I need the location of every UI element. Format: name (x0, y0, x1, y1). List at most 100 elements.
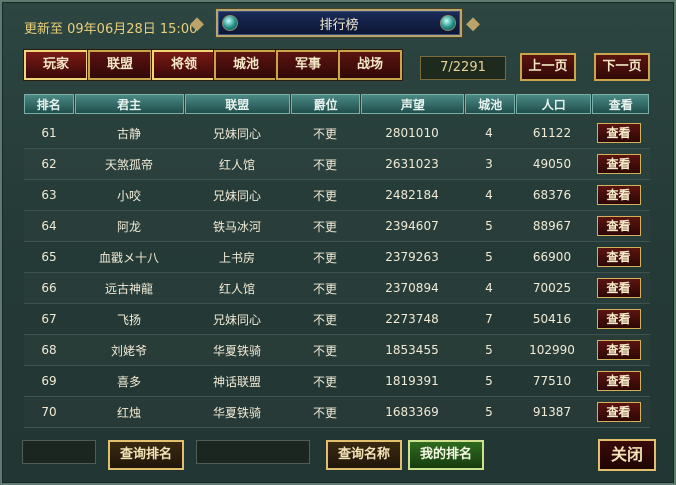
alliance-cell: 华夏铁骑 (212, 405, 261, 420)
table-row: 61 古静 兄妹同心 不更 2801010 4 61122 查看 (24, 118, 650, 149)
cities-cell: 7 (485, 312, 493, 326)
alliance-cell: 兄妹同心 (212, 312, 261, 327)
tab-generals[interactable]: 将领 (152, 50, 216, 80)
lord-cell: 天煞孤帝 (104, 157, 153, 172)
column-header-lord: 君主 (74, 94, 184, 114)
tab-cities[interactable]: 城池 (214, 50, 278, 80)
prestige-cell: 2370894 (385, 281, 439, 295)
column-header-alliance: 联盟 (184, 94, 290, 114)
gem-right-icon (440, 15, 456, 31)
ranking-table: 排名 君主 联盟 爵位 声望 城池 人口 查看 61 古静 兄妹同心 不更 28… (24, 93, 650, 428)
view-button[interactable]: 查看 (596, 154, 641, 174)
table-row: 62 天煞孤帝 红人馆 不更 2631023 3 49050 查看 (24, 149, 650, 180)
view-cell: 查看 (590, 278, 647, 298)
view-cell: 查看 (590, 402, 647, 422)
rank-cell: 68 (41, 343, 57, 357)
cities-cell: 4 (485, 188, 493, 202)
rank-cell: 63 (41, 188, 57, 202)
cities-cell: 5 (485, 405, 493, 419)
ornament-left-icon: ◆ (190, 13, 204, 34)
rank-cell: 62 (41, 157, 57, 171)
query-rank-button[interactable]: 查询排名 (108, 440, 184, 470)
query-name-button[interactable]: 查询名称 (326, 440, 402, 470)
prestige-cell: 2379263 (385, 250, 439, 264)
view-button[interactable]: 查看 (596, 340, 641, 360)
population-cell: 70025 (532, 281, 572, 295)
my-rank-button[interactable]: 我的排名 (408, 440, 484, 470)
prestige-cell: 2482184 (385, 188, 439, 202)
view-cell: 查看 (590, 123, 647, 143)
lord-cell: 红烛 (116, 405, 141, 420)
view-button[interactable]: 查看 (596, 309, 641, 329)
cities-cell: 4 (485, 281, 493, 295)
update-time: 更新至 09年06月28日 15:00 (24, 22, 198, 37)
prestige-cell: 1683369 (385, 405, 439, 419)
page-indicator: 7/2291 (420, 56, 506, 80)
column-header-cities: 城池 (465, 94, 516, 114)
lord-cell: 远古神龍 (104, 281, 153, 296)
lord-cell: 小咬 (116, 188, 141, 203)
tab-players[interactable]: 玩家 (24, 50, 88, 80)
column-header-view: 查看 (592, 94, 649, 114)
population-cell: 49050 (532, 157, 572, 171)
view-button[interactable]: 查看 (596, 123, 641, 143)
lord-cell: 古静 (116, 126, 141, 141)
table-row: 63 小咬 兄妹同心 不更 2482184 4 68376 查看 (24, 180, 650, 211)
cities-cell: 5 (485, 250, 493, 264)
lord-cell: 阿龙 (116, 219, 141, 234)
population-cell: 91387 (532, 405, 572, 419)
lord-cell: 刘姥爷 (110, 343, 147, 358)
alliance-cell: 铁马冰河 (212, 219, 261, 234)
alliance-cell: 上书房 (218, 250, 255, 265)
view-cell: 查看 (590, 247, 647, 267)
title-cell: 不更 (312, 281, 337, 296)
tab-battlefield[interactable]: 战场 (338, 50, 402, 80)
tab-military[interactable]: 军事 (276, 50, 340, 80)
title-cell: 不更 (312, 374, 337, 389)
close-button[interactable]: 关闭 (598, 439, 656, 471)
alliance-cell: 兄妹同心 (212, 126, 261, 141)
next-page-button[interactable]: 下一页 (594, 53, 650, 81)
prestige-cell: 1853455 (385, 343, 439, 357)
table-row: 68 刘姥爷 华夏铁骑 不更 1853455 5 102990 查看 (24, 335, 650, 366)
column-header-title: 爵位 (290, 94, 361, 114)
alliance-cell: 红人馆 (218, 281, 255, 296)
title-cell: 不更 (312, 343, 337, 358)
view-cell: 查看 (590, 154, 647, 174)
title-cell: 不更 (312, 405, 337, 420)
ornament-right-icon: ◆ (466, 13, 480, 34)
cities-cell: 5 (485, 374, 493, 388)
column-header-rank: 排名 (24, 94, 74, 114)
cities-cell: 4 (485, 126, 493, 140)
population-cell: 50416 (532, 312, 572, 326)
population-cell: 77510 (532, 374, 572, 388)
lord-cell: 血戳メ十八 (98, 250, 159, 265)
view-button[interactable]: 查看 (596, 278, 641, 298)
population-cell: 68376 (532, 188, 572, 202)
name-search-input[interactable] (196, 440, 310, 464)
tab-alliances[interactable]: 联盟 (88, 50, 152, 80)
population-cell: 88967 (532, 219, 572, 233)
rank-cell: 64 (41, 219, 57, 233)
column-header-prestige: 声望 (361, 94, 465, 114)
table-row: 67 飞扬 兄妹同心 不更 2273748 7 50416 查看 (24, 304, 650, 335)
view-button[interactable]: 查看 (596, 185, 641, 205)
prestige-cell: 1819391 (385, 374, 439, 388)
title-cell: 不更 (312, 126, 337, 141)
rank-search-input[interactable] (22, 440, 96, 464)
view-button[interactable]: 查看 (596, 247, 641, 267)
lord-cell: 喜多 (116, 374, 141, 389)
table-row: 66 远古神龍 红人馆 不更 2370894 4 70025 查看 (24, 273, 650, 304)
view-button[interactable]: 查看 (596, 216, 641, 236)
alliance-cell: 神话联盟 (212, 374, 261, 389)
prestige-cell: 2801010 (385, 126, 439, 140)
cities-cell: 3 (485, 157, 493, 171)
view-button[interactable]: 查看 (596, 371, 641, 391)
view-cell: 查看 (590, 371, 647, 391)
title-cell: 不更 (312, 312, 337, 327)
view-button[interactable]: 查看 (596, 402, 641, 422)
prestige-cell: 2273748 (385, 312, 439, 326)
prev-page-button[interactable]: 上一页 (520, 53, 576, 81)
title-cell: 不更 (312, 250, 337, 265)
table-header: 排名 君主 联盟 爵位 声望 城池 人口 查看 (24, 93, 650, 115)
